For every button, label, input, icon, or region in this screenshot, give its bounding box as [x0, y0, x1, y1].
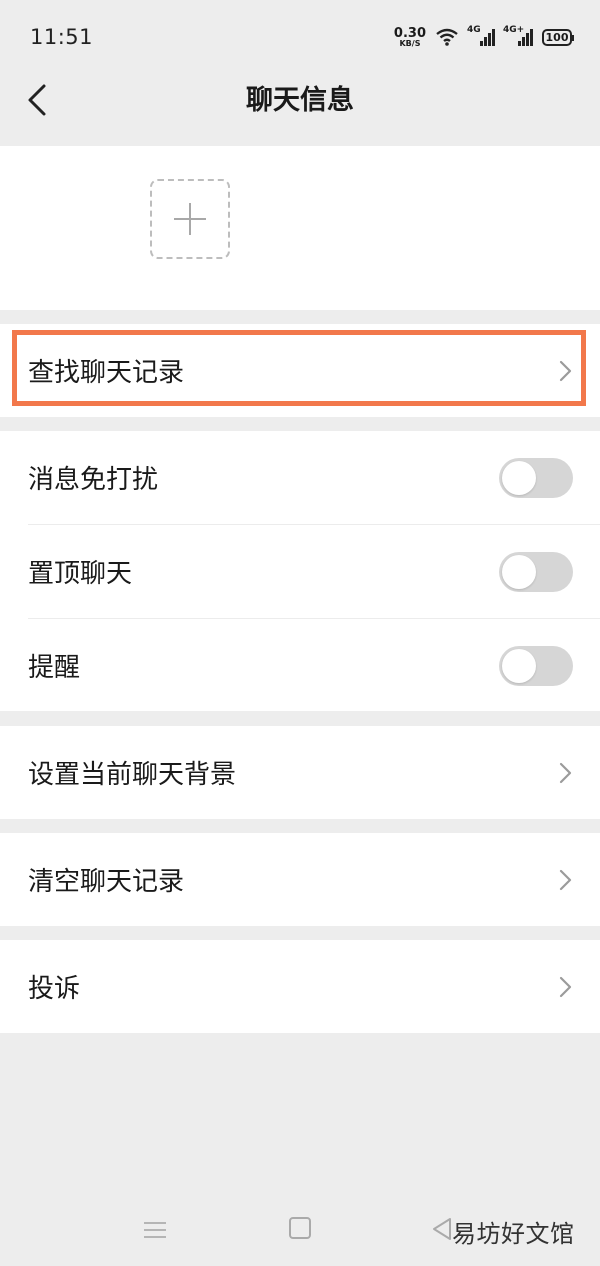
- signal-strength-icon: 4G: [467, 25, 495, 46]
- report-item[interactable]: 投诉: [0, 940, 600, 1033]
- network-speed: 0.30 KB/S: [394, 27, 426, 48]
- members-panel: [0, 146, 600, 310]
- network-speed-unit: KB/S: [399, 38, 421, 48]
- mute-label: 消息免打扰: [28, 465, 159, 495]
- set-background-item[interactable]: 设置当前聊天背景: [0, 726, 600, 819]
- pin-chat-toggle[interactable]: [499, 551, 573, 592]
- network-speed-value: 0.30: [393, 25, 426, 41]
- status-bar: 11:51 0.30 KB/S 4G 4G+ 100: [0, 0, 600, 74]
- wifi-icon: [436, 28, 458, 46]
- toggle-knob: [502, 554, 536, 589]
- add-member-button[interactable]: [150, 179, 230, 259]
- reminder-item: 提醒: [0, 619, 600, 712]
- signal-network-type: 4G: [467, 25, 481, 35]
- clear-history-item[interactable]: 清空聊天记录: [0, 833, 600, 926]
- back-triangle-icon[interactable]: [430, 1216, 454, 1242]
- watermark: 易坊好文馆: [452, 1220, 575, 1248]
- signal-strength-icon-2: 4G+: [503, 25, 533, 46]
- menu-icon[interactable]: [144, 1218, 168, 1242]
- mute-toggle[interactable]: [499, 457, 573, 498]
- chevron-right-icon: [559, 869, 572, 890]
- set-background-label: 设置当前聊天背景: [28, 760, 237, 790]
- toggle-knob: [502, 460, 536, 495]
- chevron-right-icon: [559, 976, 572, 997]
- highlight-box: [12, 330, 586, 406]
- reminder-label: 提醒: [28, 653, 81, 683]
- pin-chat-label: 置顶聊天: [28, 559, 133, 589]
- pin-chat-item: 置顶聊天: [0, 525, 600, 618]
- status-icons: 0.30 KB/S 4G 4G+ 100: [394, 25, 574, 48]
- battery-level: 100: [545, 30, 569, 44]
- mute-item: 消息免打扰: [0, 431, 600, 524]
- home-icon[interactable]: [289, 1217, 311, 1239]
- status-time: 11:51: [30, 25, 94, 49]
- settings-group: 消息免打扰 置顶聊天 提醒: [0, 431, 600, 711]
- clear-history-label: 清空聊天记录: [28, 867, 185, 897]
- report-label: 投诉: [28, 974, 81, 1004]
- page-title: 聊天信息: [246, 85, 354, 116]
- battery-icon: 100: [542, 28, 574, 46]
- chevron-right-icon: [559, 762, 572, 783]
- reminder-toggle[interactable]: [499, 645, 573, 686]
- system-navigation-bar: 易坊好文馆: [0, 1200, 600, 1260]
- signal-network-type-2: 4G+: [503, 25, 525, 35]
- header: 聊天信息: [0, 74, 600, 132]
- toggle-knob: [502, 648, 536, 683]
